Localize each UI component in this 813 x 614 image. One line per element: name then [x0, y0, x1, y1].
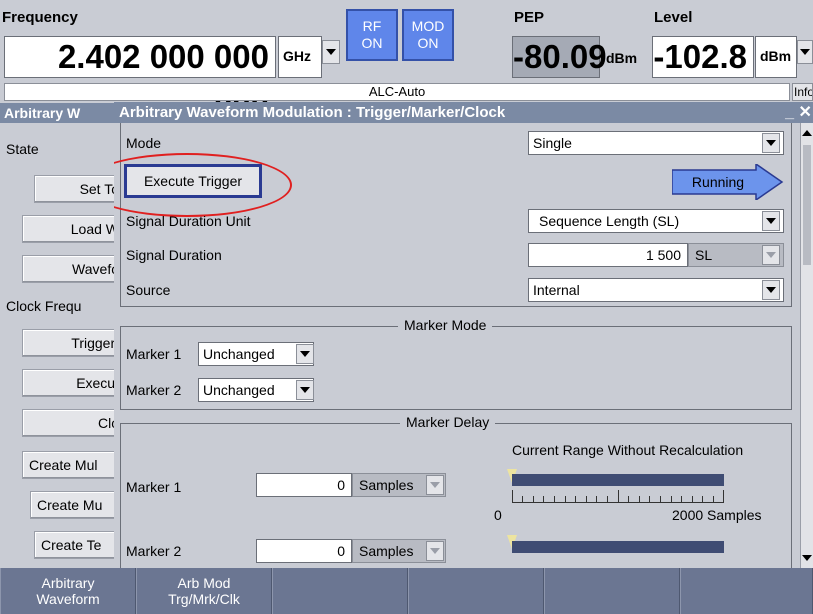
chevron-down-icon — [300, 351, 310, 357]
pep-label: PEP — [514, 9, 545, 26]
level-field[interactable]: -102.8 — [652, 36, 754, 78]
marker1-delay-unit-dropdown — [426, 475, 444, 495]
frequency-field[interactable]: 2.402 000 000 000 — [4, 36, 276, 115]
background-dialog-title: Arbitrary W — [0, 103, 120, 123]
mode-label: Mode — [126, 135, 162, 151]
source-dropdown-button[interactable] — [762, 280, 780, 300]
close-icon[interactable]: _ ✕ — [784, 102, 813, 123]
signal-duration-unit-select[interactable]: Sequence Length (SL) — [528, 209, 784, 233]
signal-duration-unit-dropdown[interactable] — [762, 211, 780, 231]
chevron-down-icon — [326, 49, 336, 55]
trigger-marker-clock-dialog: Mode Single Execute Trigger Running Sign… — [114, 123, 800, 568]
dialog-scrollbar[interactable] — [800, 123, 813, 568]
marker2-delay-label: Marker 2 — [126, 543, 182, 559]
marker1-range-scale — [512, 489, 724, 503]
mod-on-toggle[interactable]: MOD ON — [402, 9, 454, 61]
chevron-down-icon — [430, 548, 440, 554]
scroll-up-icon[interactable] — [802, 127, 812, 139]
source-label: Source — [126, 282, 171, 298]
clock-button[interactable]: Clo — [22, 409, 122, 437]
softkey-3[interactable] — [272, 568, 408, 614]
chevron-down-icon — [766, 252, 776, 258]
clock-frequency-label: Clock Frequ — [6, 298, 82, 314]
signal-duration-input[interactable]: 1 500 — [528, 243, 688, 267]
softkey-4[interactable] — [408, 568, 544, 614]
range-min-label: 0 — [494, 507, 502, 523]
load-waveform-button[interactable]: Load W — [22, 215, 122, 243]
set-to-default-button[interactable]: Set To — [34, 175, 122, 203]
info-tab[interactable]: Info — [792, 83, 813, 101]
background-dialog: State Set To Load W Wavefo Clock Frequ T… — [0, 123, 134, 568]
marker2-delay-unit-dropdown — [426, 541, 444, 561]
status-header: Frequency 2.402 000 000 000 GHz RF ON MO… — [0, 0, 813, 115]
create-multi-carrier-button[interactable]: Create Mul — [22, 451, 122, 479]
marker-delay-title: Marker Delay — [400, 414, 496, 430]
softkey-6[interactable] — [680, 568, 813, 614]
chevron-down-icon — [766, 218, 776, 224]
marker1-range-bar — [512, 474, 724, 486]
marker2-mode-label: Marker 2 — [126, 382, 182, 398]
marker1-mode-dropdown[interactable] — [296, 344, 314, 364]
scroll-down-icon[interactable] — [802, 552, 812, 564]
marker2-mode-dropdown[interactable] — [296, 380, 314, 400]
source-select[interactable]: Internal — [528, 278, 784, 302]
pep-value: -80.09 — [512, 36, 607, 78]
chevron-down-icon — [766, 287, 776, 293]
marker-mode-title: Marker Mode — [398, 317, 493, 333]
level-unit-dropdown[interactable] — [797, 40, 813, 64]
frequency-unit-dropdown[interactable] — [322, 40, 340, 64]
marker2-delay-input[interactable]: 0 — [256, 539, 352, 563]
rf-on-toggle[interactable]: RF ON — [346, 9, 398, 61]
frequency-label: Frequency — [2, 9, 78, 26]
level-label: Level — [654, 9, 693, 26]
alc-status-bar: ALC-Auto — [4, 83, 790, 101]
signal-duration-unit-label: Signal Duration Unit — [126, 213, 251, 229]
chevron-down-icon — [800, 49, 810, 55]
frequency-unit[interactable]: GHz — [278, 36, 322, 78]
marker1-delay-label: Marker 1 — [126, 479, 182, 495]
softkey-arbitrary-waveform[interactable]: Arbitrary Waveform — [0, 568, 136, 614]
softkey-bar: Arbitrary Waveform Arb Mod Trg/Mrk/Clk — [0, 568, 813, 614]
signal-duration-label: Signal Duration — [126, 247, 222, 263]
range-max-label: 2000 Samples — [672, 507, 762, 523]
marker1-delay-input[interactable]: 0 — [256, 473, 352, 497]
softkey-5[interactable] — [544, 568, 680, 614]
marker2-range-bar — [512, 541, 724, 553]
running-label: Running — [692, 174, 744, 190]
mode-select[interactable]: Single — [528, 131, 784, 155]
range-caption: Current Range Without Recalculation — [512, 442, 744, 458]
pep-unit: dBm — [606, 50, 638, 66]
softkey-arb-mod-trg-mrk-clk[interactable]: Arb Mod Trg/Mrk/Clk — [136, 568, 272, 614]
dialog-title: Arbitrary Waveform Modulation : Trigger/… — [114, 102, 813, 123]
chevron-down-icon — [300, 387, 310, 393]
state-label: State — [6, 141, 39, 157]
chevron-down-icon — [766, 140, 776, 146]
signal-duration-unit-dropdown-disabled — [762, 245, 780, 265]
marker2-range-scale — [512, 555, 724, 568]
running-indicator: Running — [672, 164, 784, 200]
chevron-down-icon — [430, 482, 440, 488]
execute-button[interactable]: Execut — [22, 369, 122, 397]
mode-dropdown-button[interactable] — [762, 133, 780, 153]
marker1-mode-label: Marker 1 — [126, 346, 182, 362]
scrollbar-thumb[interactable] — [803, 145, 811, 265]
level-unit[interactable]: dBm — [755, 36, 797, 78]
waveform-button[interactable]: Wavefo — [22, 255, 122, 283]
trigger-marker-button[interactable]: Trigger/ — [22, 329, 122, 357]
